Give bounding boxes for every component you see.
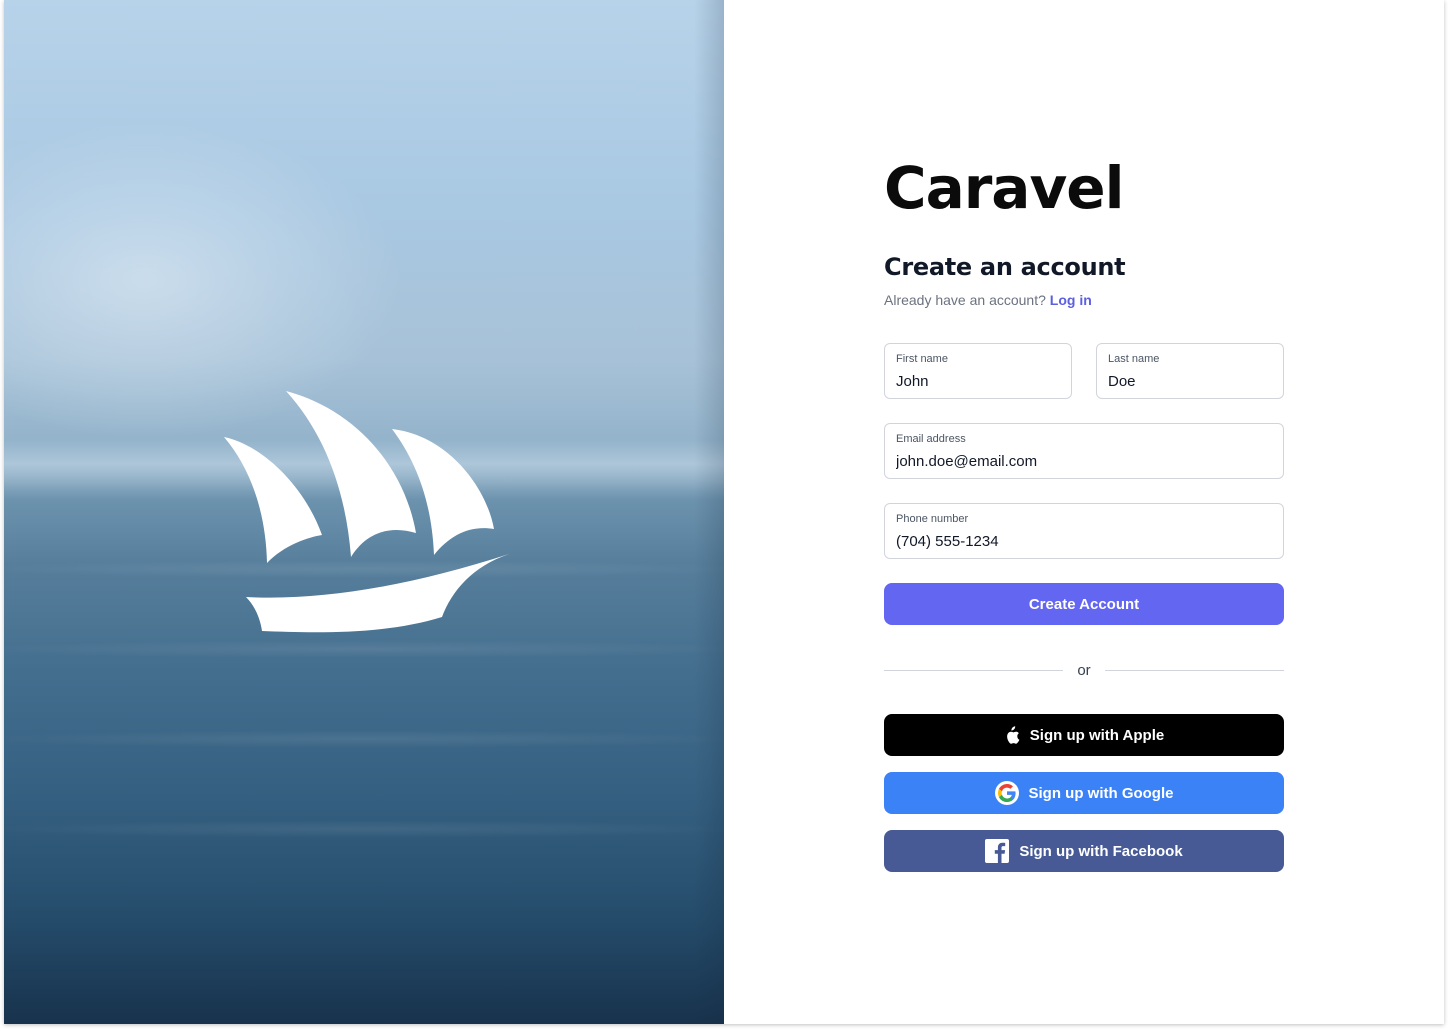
- google-icon: [994, 781, 1019, 805]
- facebook-icon: [985, 839, 1010, 863]
- hero-edge-shade: [694, 0, 724, 1024]
- divider-text: or: [1077, 661, 1091, 679]
- google-signup-button[interactable]: Sign up with Google: [884, 772, 1284, 814]
- google-signup-label: Sign up with Google: [1028, 784, 1174, 802]
- login-prompt: Already have an account? Log in: [884, 290, 1284, 310]
- facebook-signup-label: Sign up with Facebook: [1019, 842, 1183, 860]
- login-prompt-text: Already have an account?: [884, 292, 1046, 308]
- email-input[interactable]: [896, 451, 1272, 471]
- last-name-input[interactable]: [1108, 371, 1272, 391]
- brand-logo-text: Caravel: [884, 154, 1124, 222]
- email-label: Email address: [896, 433, 966, 445]
- phone-field[interactable]: Phone number: [884, 503, 1284, 559]
- hero-ocean-image: [4, 0, 724, 1024]
- wave-highlight: [4, 730, 724, 748]
- signup-form: Caravel Create an account Already have a…: [884, 150, 1284, 872]
- or-divider: or: [884, 660, 1284, 680]
- divider-line: [1104, 669, 1284, 671]
- phone-input[interactable]: [896, 531, 1272, 551]
- email-field[interactable]: Email address: [884, 423, 1284, 479]
- wave-highlight: [4, 640, 724, 658]
- last-name-label: Last name: [1108, 353, 1160, 365]
- create-account-button[interactable]: Create Account: [884, 583, 1284, 625]
- apple-signup-button[interactable]: Sign up with Apple: [884, 714, 1284, 756]
- name-row: First name Last name: [884, 343, 1284, 399]
- wave-highlight: [4, 820, 724, 838]
- page-title: Create an account: [884, 253, 1126, 281]
- first-name-label: First name: [896, 353, 948, 365]
- first-name-field[interactable]: First name: [884, 343, 1072, 399]
- apple-icon: [1004, 725, 1020, 745]
- phone-label: Phone number: [896, 513, 969, 525]
- apple-signup-label: Sign up with Apple: [1029, 726, 1165, 744]
- facebook-signup-button[interactable]: Sign up with Facebook: [884, 830, 1284, 872]
- sailing-ship-icon: [224, 391, 512, 633]
- signup-page: Caravel Create an account Already have a…: [4, 0, 1444, 1024]
- last-name-field[interactable]: Last name: [1096, 343, 1284, 399]
- signup-panel: Caravel Create an account Already have a…: [724, 0, 1444, 1024]
- divider-line: [884, 669, 1064, 671]
- first-name-input[interactable]: [896, 371, 1060, 391]
- login-link[interactable]: Log in: [1050, 292, 1092, 308]
